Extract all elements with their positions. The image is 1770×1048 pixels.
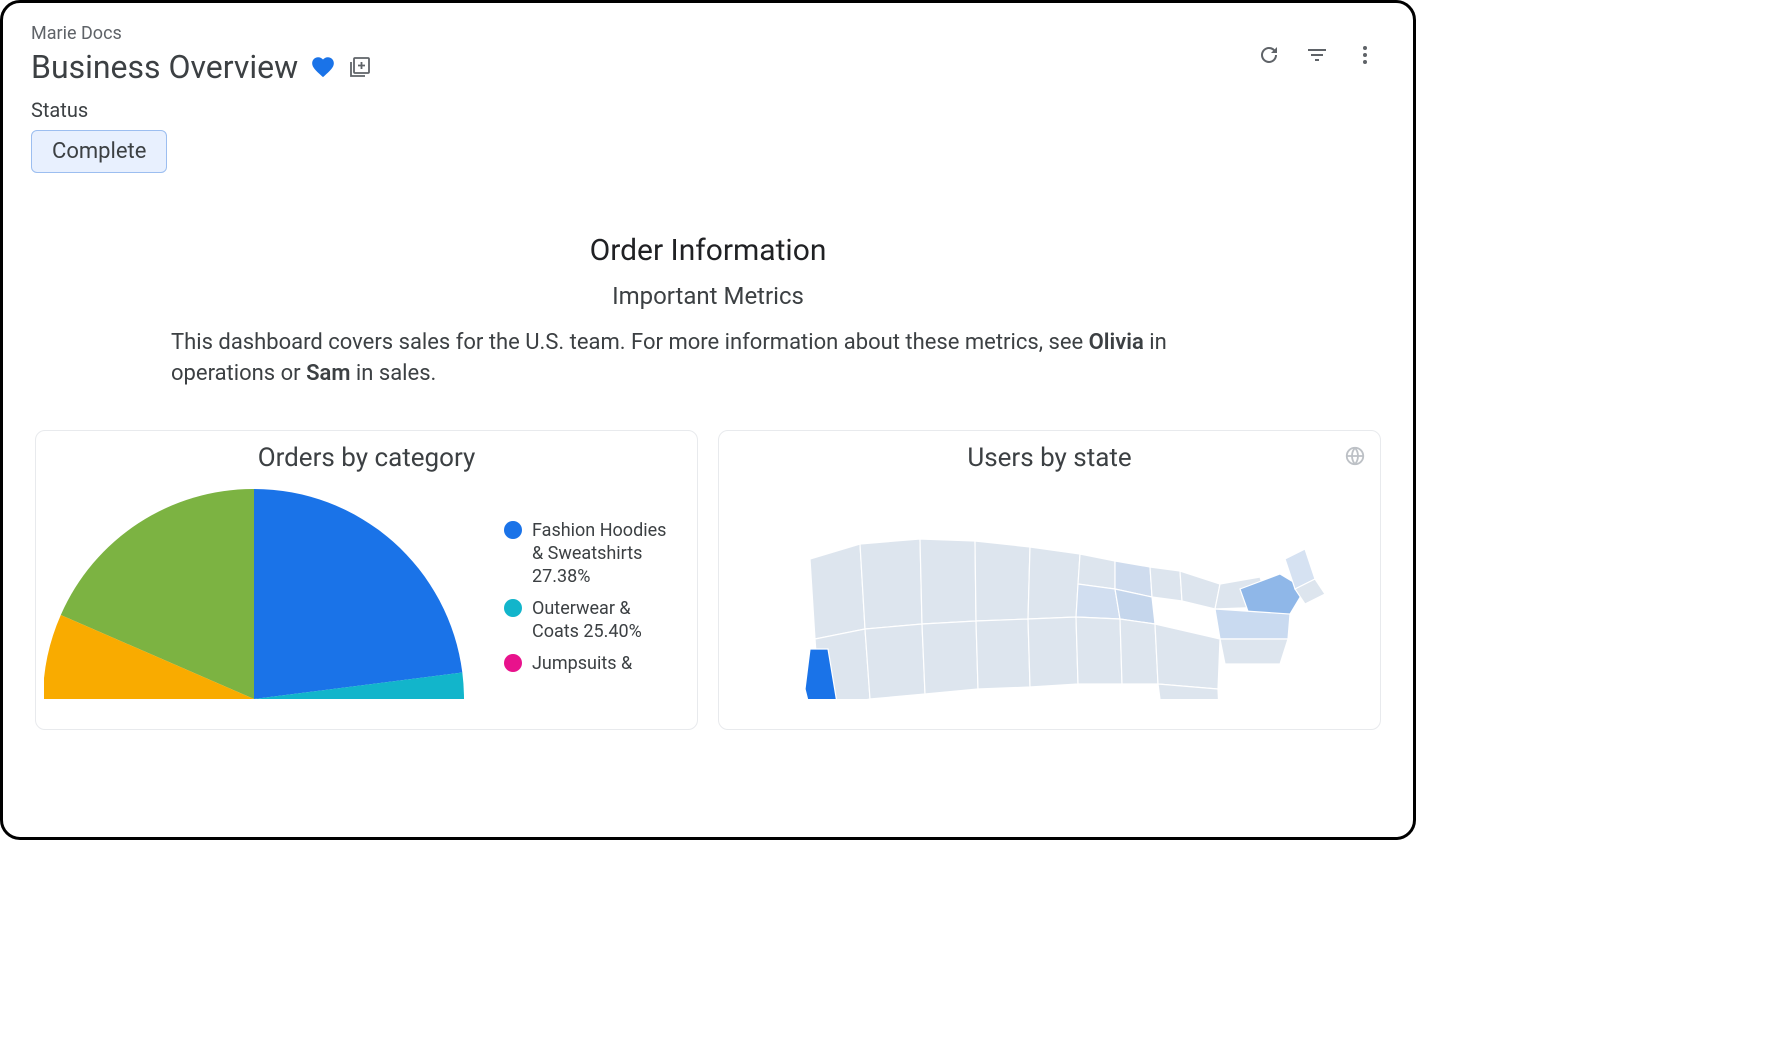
legend-item: Jumpsuits &: [504, 652, 677, 675]
legend-dot-icon: [504, 599, 522, 617]
section-description: This dashboard covers sales for the U.S.…: [171, 328, 1191, 390]
filter-icon[interactable]: [1305, 43, 1329, 67]
pie-chart: [44, 489, 464, 699]
favorite-heart-icon[interactable]: [310, 54, 336, 80]
desc-text: in sales.: [350, 361, 436, 386]
breadcrumb[interactable]: Marie Docs: [31, 23, 372, 44]
users-by-state-card: Users by state: [718, 430, 1381, 730]
us-map: [739, 489, 1360, 699]
globe-icon[interactable]: [1344, 445, 1366, 467]
legend-label: Outerwear & Coats 25.40%: [532, 597, 677, 644]
legend-label: Jumpsuits &: [532, 652, 632, 675]
pie-legend: Fashion Hoodies & Sweatshirts 27.38% Out…: [504, 489, 677, 683]
desc-text: This dashboard covers sales for the U.S.…: [171, 330, 1089, 355]
legend-dot-icon: [504, 521, 522, 539]
legend-label: Fashion Hoodies & Sweatshirts 27.38%: [532, 519, 677, 589]
section-heading: Order Information: [31, 233, 1385, 268]
status-label: Status: [31, 98, 1385, 122]
orders-by-category-card: Orders by category: [35, 430, 698, 730]
legend-item: Outerwear & Coats 25.40%: [504, 597, 677, 644]
desc-person-sam: Sam: [306, 361, 350, 386]
page-title: Business Overview: [31, 48, 298, 86]
chart-title: Orders by category: [56, 443, 677, 473]
refresh-icon[interactable]: [1257, 43, 1281, 67]
chart-title: Users by state: [739, 443, 1360, 473]
more-vert-icon[interactable]: [1353, 43, 1377, 67]
add-to-collection-icon[interactable]: [348, 55, 372, 79]
legend-item: Fashion Hoodies & Sweatshirts 27.38%: [504, 519, 677, 589]
legend-dot-icon: [504, 654, 522, 672]
section-subheading: Important Metrics: [31, 282, 1385, 310]
status-chip[interactable]: Complete: [31, 130, 167, 173]
desc-person-olivia: Olivia: [1089, 330, 1144, 355]
